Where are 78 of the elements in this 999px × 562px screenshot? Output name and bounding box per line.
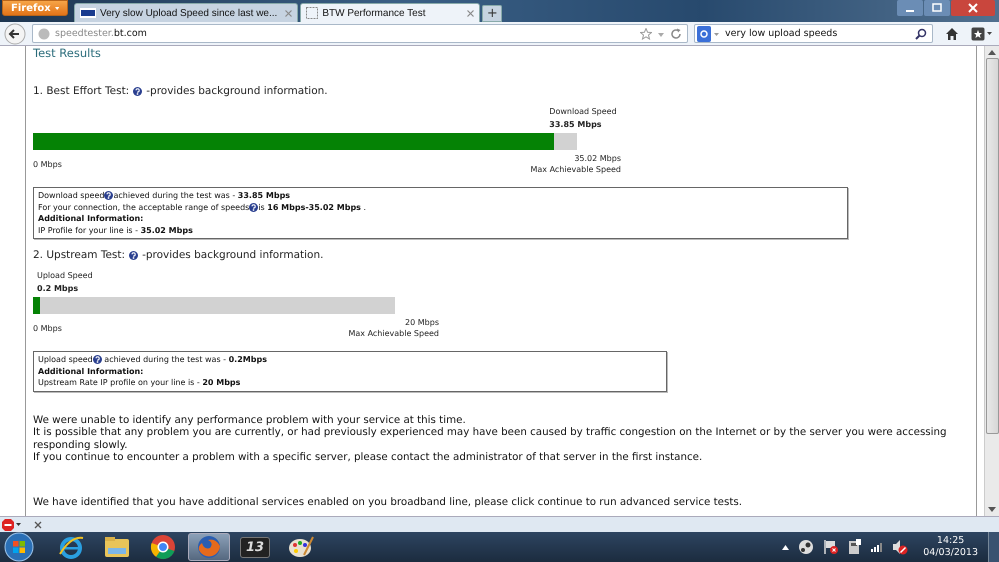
scale-min: 0 Mbps <box>33 323 62 334</box>
speed-value: 0.2 Mbps <box>37 283 80 295</box>
blank-page-icon <box>306 7 318 19</box>
folder-icon <box>104 536 130 558</box>
scale-min: 0 Mbps <box>33 159 62 170</box>
speed-value: 33.85 Mbps <box>549 119 603 131</box>
url-text: speedtester.bt.com <box>55 28 147 39</box>
help-icon[interactable] <box>129 250 138 260</box>
star-icon[interactable] <box>640 28 652 40</box>
home-icon[interactable] <box>945 26 959 40</box>
scrollbar[interactable] <box>984 46 999 516</box>
test-title: 2. Upstream Test: <box>33 249 126 261</box>
result-message: We were unable to identify any performance problem with your service at this time. <box>33 414 467 426</box>
tray-expand-icon[interactable] <box>782 544 790 550</box>
app-logo: 13 <box>240 536 270 558</box>
chrome-icon <box>150 534 176 560</box>
clock-time[interactable]: 14:25 <box>923 535 978 547</box>
close-icon[interactable] <box>951 0 995 16</box>
tab-title: Very slow Upload Speed since last we... <box>100 8 278 18</box>
new-tab-button[interactable]: + <box>482 5 502 22</box>
info-heading: Additional Information: <box>38 366 144 377</box>
search-icon[interactable] <box>915 28 927 40</box>
clock-date[interactable]: 04/03/2013 <box>923 547 978 559</box>
info-text: Upstream Rate IP profile on your line is - 20 Mbps <box>38 377 240 388</box>
stop-sign-icon[interactable] <box>2 518 22 530</box>
scroll-down-icon[interactable] <box>988 507 996 513</box>
scroll-up-icon[interactable] <box>988 49 996 55</box>
scale-max: 35.02 Mbps <box>573 153 621 164</box>
close-icon[interactable] <box>467 10 474 16</box>
service-message: We have identified that you have additional services enabled on you broadband line, please click continue to run advanced service tests. <box>33 496 744 508</box>
tray-app-icon[interactable] <box>798 539 814 555</box>
speed-label: Download Speed <box>549 106 617 118</box>
info-text: achieved during the test was - 0.2Mbps <box>103 354 267 366</box>
e-logo-icon <box>58 534 84 560</box>
browser-tab[interactable]: Very slow Upload Speed since last we... <box>74 3 298 22</box>
search-field[interactable]: very low upload speeds <box>694 24 933 43</box>
device-icon[interactable] <box>848 539 862 555</box>
info-text: For your connection, the acceptable range of speeds <box>38 202 250 213</box>
test-title: 1. Best Effort Test: <box>33 85 130 97</box>
info-heading: Additional Information: <box>38 213 144 224</box>
site-icon <box>80 8 96 18</box>
help-icon[interactable] <box>249 202 258 212</box>
flag-icon[interactable] <box>823 539 840 555</box>
start-orb-icon[interactable] <box>4 532 34 562</box>
info-text: achieved during the test was - 33.85 Mbps <box>113 190 290 202</box>
reload-icon[interactable] <box>670 28 682 40</box>
help-icon[interactable] <box>104 191 114 200</box>
minimize-icon[interactable] <box>897 0 923 16</box>
result-message: If you continue to encounter a problem with a specific server, please contact the administrator of that server in the first instance. <box>33 451 704 464</box>
browser-tab[interactable]: BTW Performance Test <box>300 3 480 22</box>
caret-icon <box>54 6 59 10</box>
info-text: IP Profile for your line is - 35.02 Mbps <box>38 224 193 236</box>
help-icon[interactable] <box>133 86 142 96</box>
maximize-icon[interactable] <box>924 0 950 16</box>
search-engine-icon[interactable] <box>697 26 721 42</box>
close-icon[interactable] <box>34 520 42 528</box>
help-icon[interactable] <box>92 355 102 364</box>
scrollbar-thumb[interactable] <box>986 58 998 434</box>
test-note: -provides background information. <box>146 85 328 97</box>
page-heading: Test Results <box>33 46 102 60</box>
info-text: Upload speed <box>38 354 93 366</box>
palette-icon <box>288 535 314 559</box>
speaker-muted-icon[interactable] <box>892 539 908 555</box>
bookmarks-icon[interactable] <box>971 26 993 40</box>
result-message: It is possible that any problem you are currently, or had previously experienced may have been caused by traffic congestion on the Internet or by the server you were accessing responding slowly. <box>33 426 948 451</box>
tab-title: BTW Performance Test <box>322 8 427 18</box>
scale-max-label: Max Achievable Speed <box>530 164 621 175</box>
scale-max-label: Max Achievable Speed <box>348 328 439 339</box>
scale-max: 20 Mbps <box>404 317 439 328</box>
info-text: is 16 Mbps-35.02 Mbps . <box>258 202 366 213</box>
test-note: -provides background information. <box>142 249 324 261</box>
info-text: Download speed <box>38 190 104 202</box>
globe-fox-icon <box>196 534 222 560</box>
signal-bars-icon[interactable] <box>871 542 884 552</box>
address-field[interactable]: speedtester.bt.com <box>32 24 688 43</box>
taskbar-app[interactable]: 13 <box>234 533 276 561</box>
search-value: very low upload speeds <box>725 28 838 39</box>
speed-label: Upload Speed <box>37 270 93 282</box>
